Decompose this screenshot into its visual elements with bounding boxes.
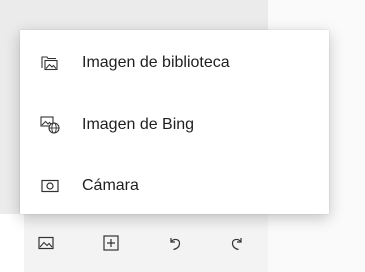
- add-icon: [103, 235, 119, 251]
- image-source-menu: Imagen de biblioteca Imagen de Bing Cáma…: [20, 30, 329, 214]
- menu-item-library-image[interactable]: Imagen de biblioteca: [20, 38, 329, 88]
- library-image-icon: [40, 54, 60, 72]
- insert-image-button[interactable]: [31, 228, 61, 258]
- canvas-margin: [0, 214, 24, 272]
- undo-icon: [170, 238, 181, 251]
- bottom-toolbar: [24, 214, 268, 272]
- undo-button[interactable]: [160, 228, 190, 258]
- menu-item-bing-image[interactable]: Imagen de Bing: [20, 100, 329, 150]
- add-button[interactable]: [96, 228, 126, 258]
- camera-icon: [40, 177, 60, 195]
- image-icon: [38, 236, 54, 250]
- redo-button[interactable]: [222, 228, 252, 258]
- redo-icon: [231, 238, 242, 251]
- menu-item-label: Imagen de Bing: [82, 116, 195, 133]
- menu-item-label: Imagen de biblioteca: [82, 54, 230, 71]
- menu-item-camera[interactable]: Cámara: [20, 161, 329, 211]
- bing-image-icon: [40, 116, 60, 134]
- menu-item-label: Cámara: [82, 177, 139, 194]
